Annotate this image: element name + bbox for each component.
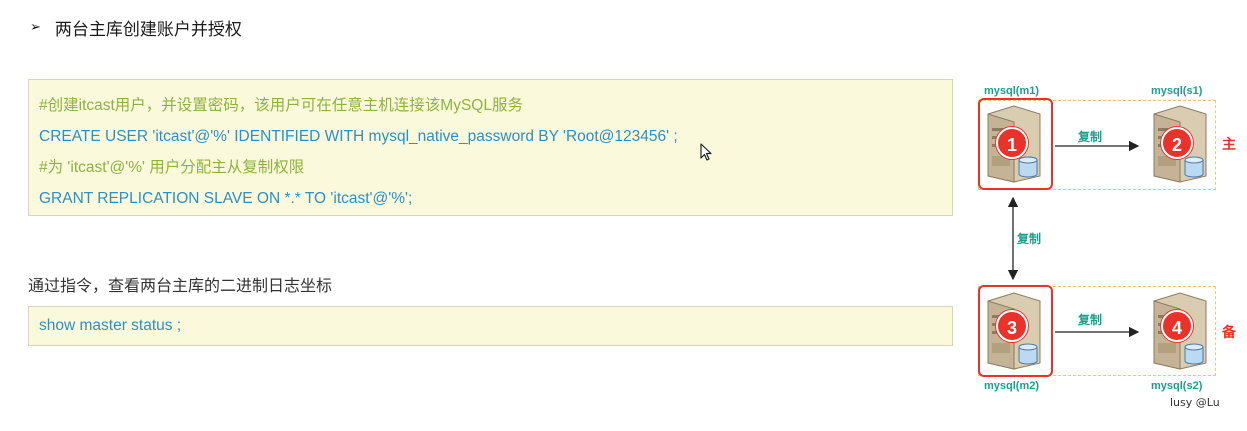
primary-side-label: 主 [1222, 137, 1236, 153]
code-line: GRANT REPLICATION SLAVE ON *.* TO 'itcas… [39, 190, 413, 207]
code-block-create-user: #创建itcast用户，并设置密码，该用户可在任意主机连接该MySQL服务 CR… [28, 79, 953, 216]
section-heading-text: 两台主库创建账户并授权 [54, 19, 242, 40]
replication-diagram: mysql(m1) mysql(s1) mysql(m2) mysql(s2) [960, 70, 1247, 431]
arrow-bullet-icon: ➢ [30, 19, 41, 35]
mouse-cursor-icon [700, 143, 712, 161]
replication-label: 复制 [1078, 313, 1103, 327]
standby-side-label: 备 [1222, 325, 1236, 341]
code-comment-line: #创建itcast用户，并设置密码，该用户可在任意主机连接该MySQL服务 [39, 97, 523, 114]
code-line: CREATE USER 'itcast'@'%' IDENTIFIED WITH… [39, 128, 678, 145]
code-line: show master status ; [39, 317, 182, 334]
replication-label: 复制 [1017, 232, 1042, 246]
watermark-text: lusy @Lu [1170, 396, 1220, 409]
sub-heading: 通过指令，查看两台主库的二进制日志坐标 [28, 276, 333, 295]
section-heading: ➢ 两台主库创建账户并授权 [30, 14, 242, 40]
code-comment-line: #为 'itcast'@'%' 用户分配主从复制权限 [39, 159, 305, 176]
replication-label: 复制 [1078, 130, 1103, 144]
replication-arrows [1007, 140, 1140, 338]
code-block-show-master: show master status ; [28, 306, 953, 346]
